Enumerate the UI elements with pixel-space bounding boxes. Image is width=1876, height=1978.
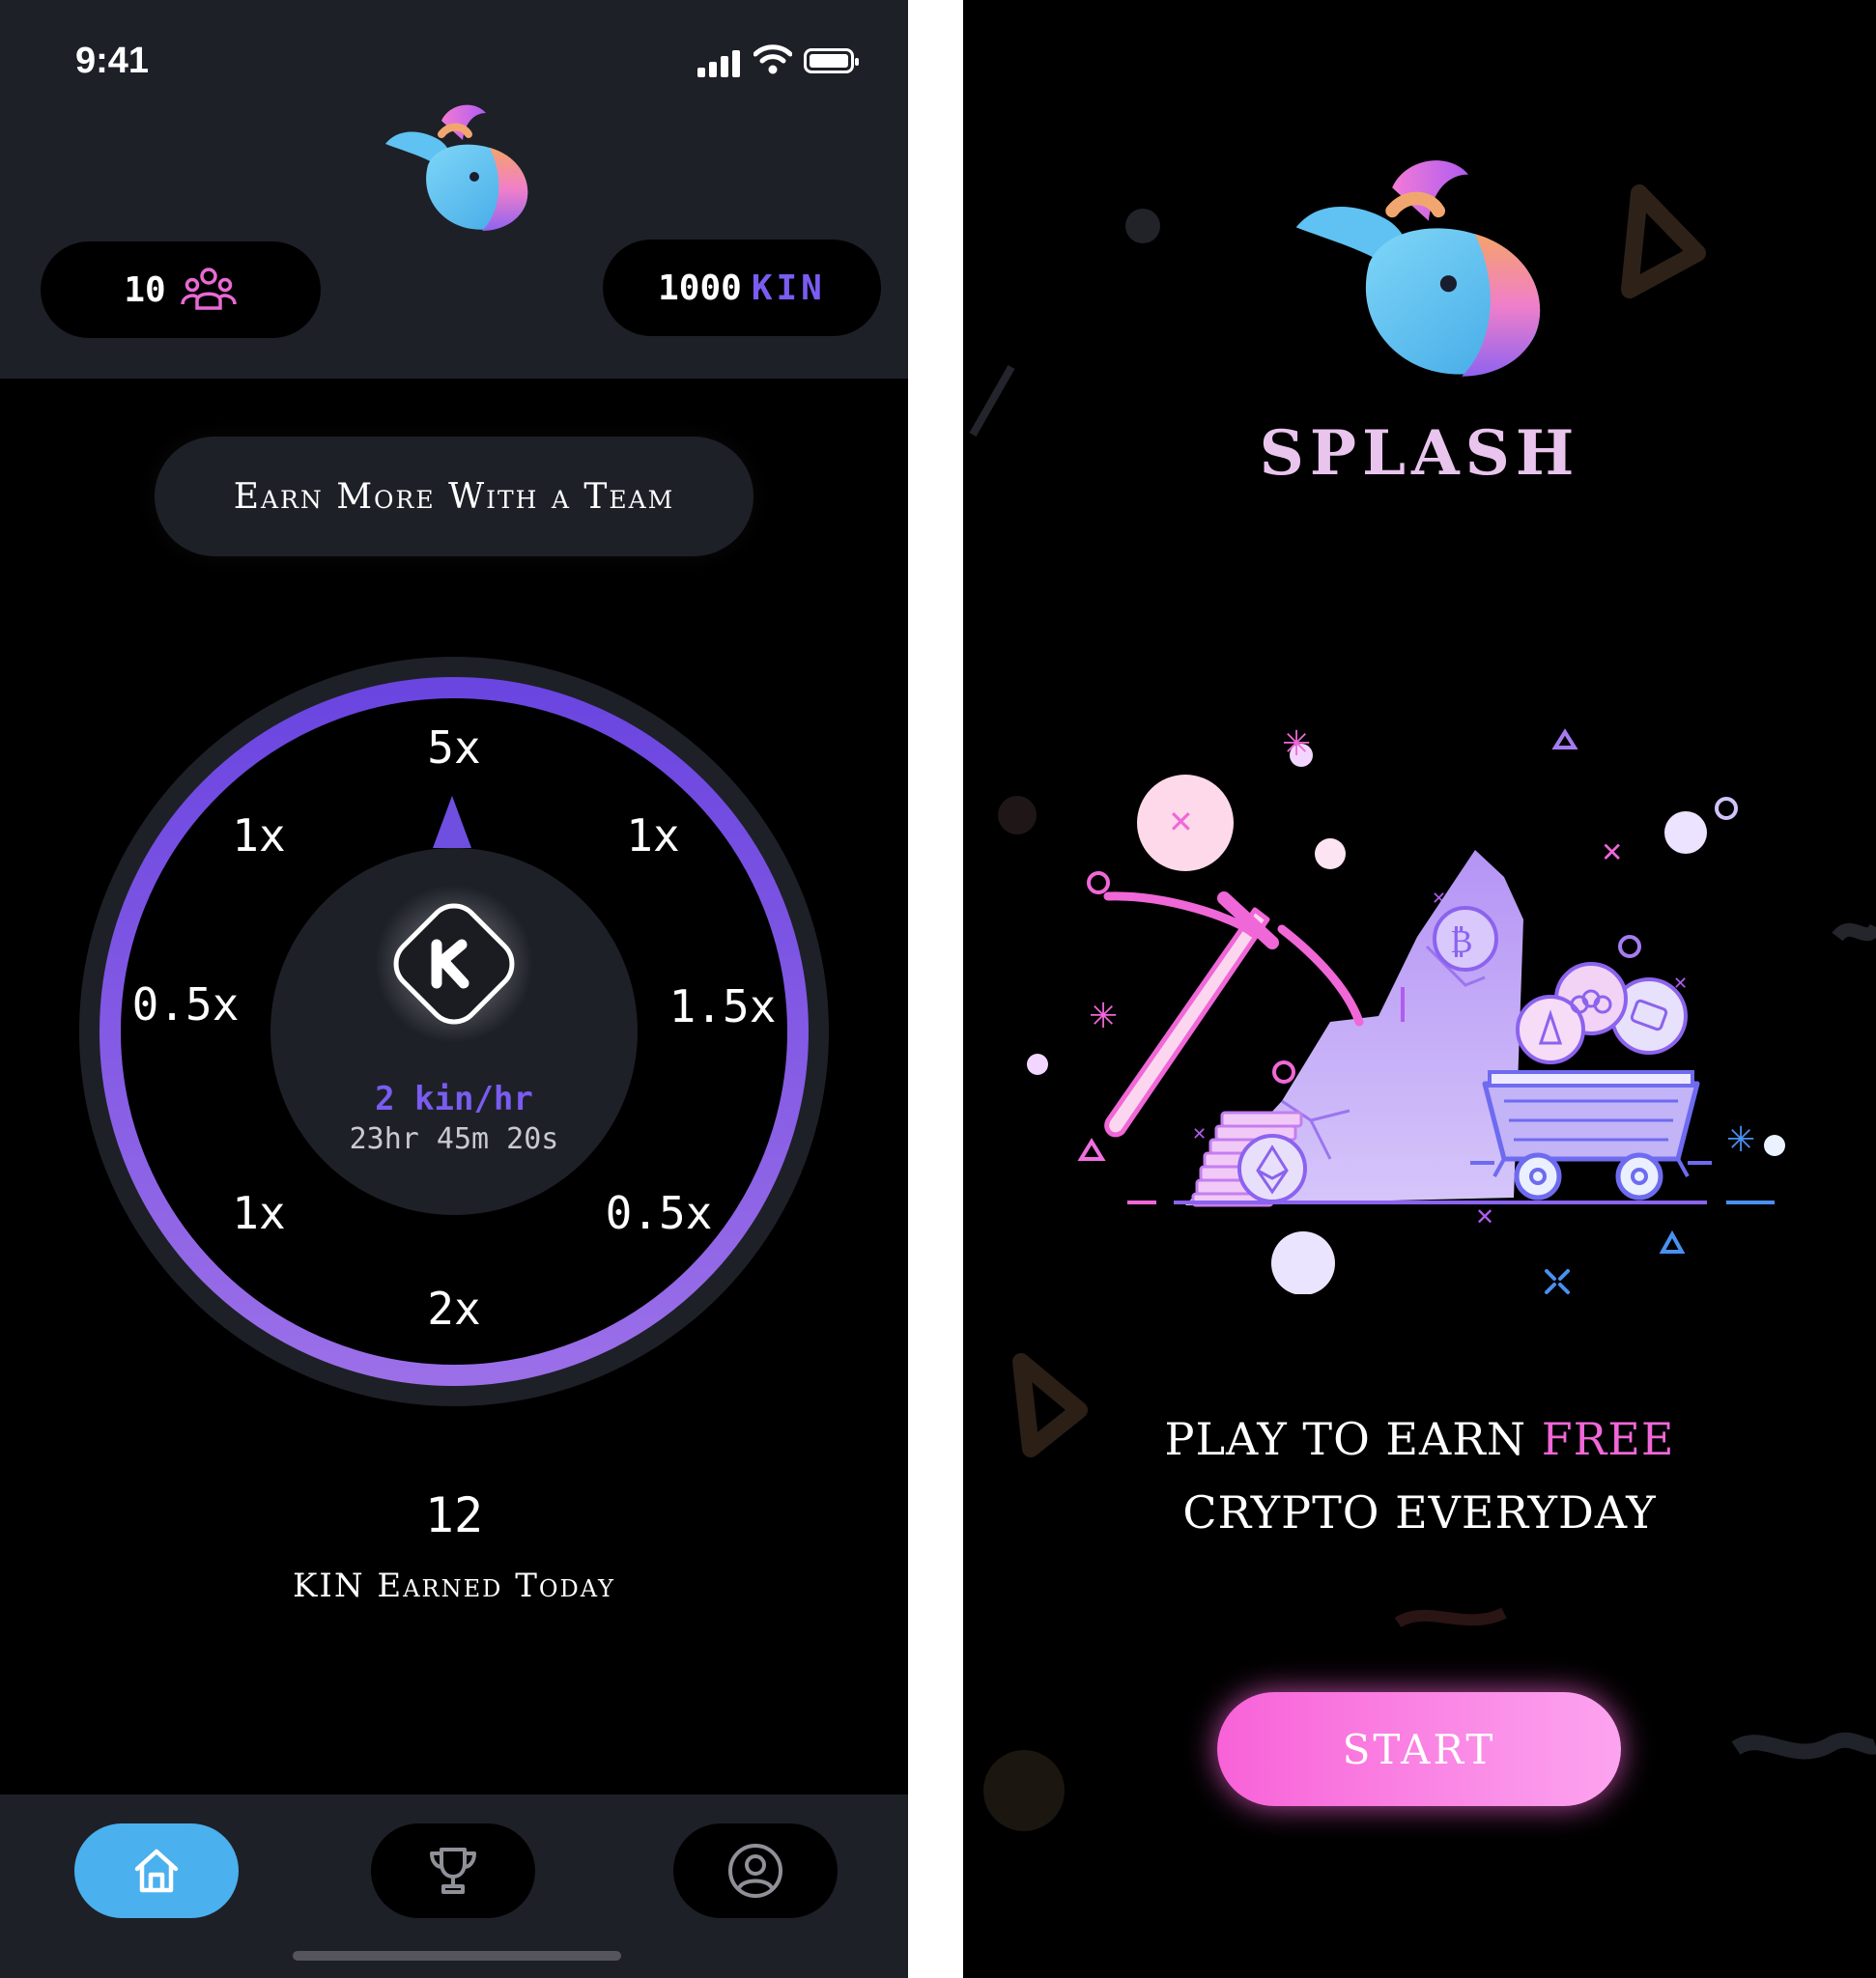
tagline-part2: CRYPTO EVERYDAY [1182, 1486, 1657, 1539]
team-count: 10 [124, 269, 166, 310]
wheel-segment: 1x [232, 809, 286, 862]
whale-logo-icon [385, 104, 528, 231]
svg-text:✳: ✳ [1089, 997, 1118, 1036]
tagline: PLAY TO EARN FREE CRYPTO EVERYDAY [963, 1402, 1876, 1549]
wheel-segment: 2x [427, 1283, 481, 1335]
kin-unit: KIN [751, 268, 826, 308]
left-screen: 9:41 10 1000 KIN Earn More With a Team 5… [0, 0, 908, 1978]
svg-text:✕: ✕ [1601, 836, 1623, 868]
svg-text:✕: ✕ [1168, 804, 1194, 840]
sparkle-icon [1545, 1269, 1570, 1294]
nav-home-button[interactable] [74, 1823, 239, 1918]
tagline-highlight: FREE [1541, 1413, 1675, 1465]
team-count-pill[interactable]: 10 [41, 241, 321, 338]
svg-text:✳: ✳ [1282, 724, 1311, 764]
wheel-segment: 1.5x [668, 980, 777, 1032]
earn-rate: 2 kin/hr [375, 1080, 533, 1118]
status-time: 9:41 [75, 41, 150, 81]
svg-text:₿: ₿ [1450, 922, 1473, 961]
status-bar: 9:41 [0, 0, 908, 116]
start-button[interactable]: START [1217, 1692, 1621, 1806]
signal-icon [697, 48, 744, 77]
svg-text:✕: ✕ [1475, 1203, 1494, 1230]
wheel-segment: 5x [427, 721, 481, 774]
trophy-icon [430, 1848, 476, 1894]
app-name: SPLASH [1259, 417, 1580, 490]
wheel-segment: 0.5x [605, 1187, 713, 1239]
kin-earned-label: KIN Earned Today [293, 1567, 615, 1605]
wheel-segment: 0.5x [131, 978, 240, 1031]
team-icon [180, 268, 237, 310]
home-icon [134, 1849, 179, 1893]
wheel-segment: 1x [232, 1187, 286, 1239]
tagline-part1: PLAY TO EARN [1164, 1413, 1542, 1465]
earn-with-team-button[interactable]: Earn More With a Team [155, 437, 753, 556]
right-screen: SPLASH ✳ ✕ ✕ ✕ ✕ ✳ ✳ ✕ ✕ ✕ ₿ [963, 0, 1876, 1978]
svg-text:✳: ✳ [1726, 1120, 1755, 1160]
bottom-nav [0, 1794, 908, 1978]
kin-balance-pill[interactable]: 1000 KIN [603, 240, 881, 336]
crypto-mining-illustration: ✳ ✕ ✕ ✕ ✕ ✳ ✳ ✕ ✕ ✕ ₿ [1027, 724, 1785, 1294]
profile-icon [728, 1844, 782, 1898]
home-indicator [293, 1951, 621, 1961]
spin-countdown: 23hr 45m 20s [349, 1122, 559, 1156]
svg-text:✕: ✕ [1192, 1124, 1207, 1144]
battery-icon [804, 48, 859, 73]
wheel-segment: 1x [626, 809, 680, 862]
wifi-icon [753, 44, 792, 74]
kin-earned-value: 12 [424, 1487, 484, 1543]
kin-balance: 1000 [658, 268, 742, 308]
nav-leaderboard-button[interactable] [371, 1823, 535, 1918]
splash-whale-logo-icon [1295, 160, 1541, 377]
nav-profile-button[interactable] [673, 1823, 838, 1918]
